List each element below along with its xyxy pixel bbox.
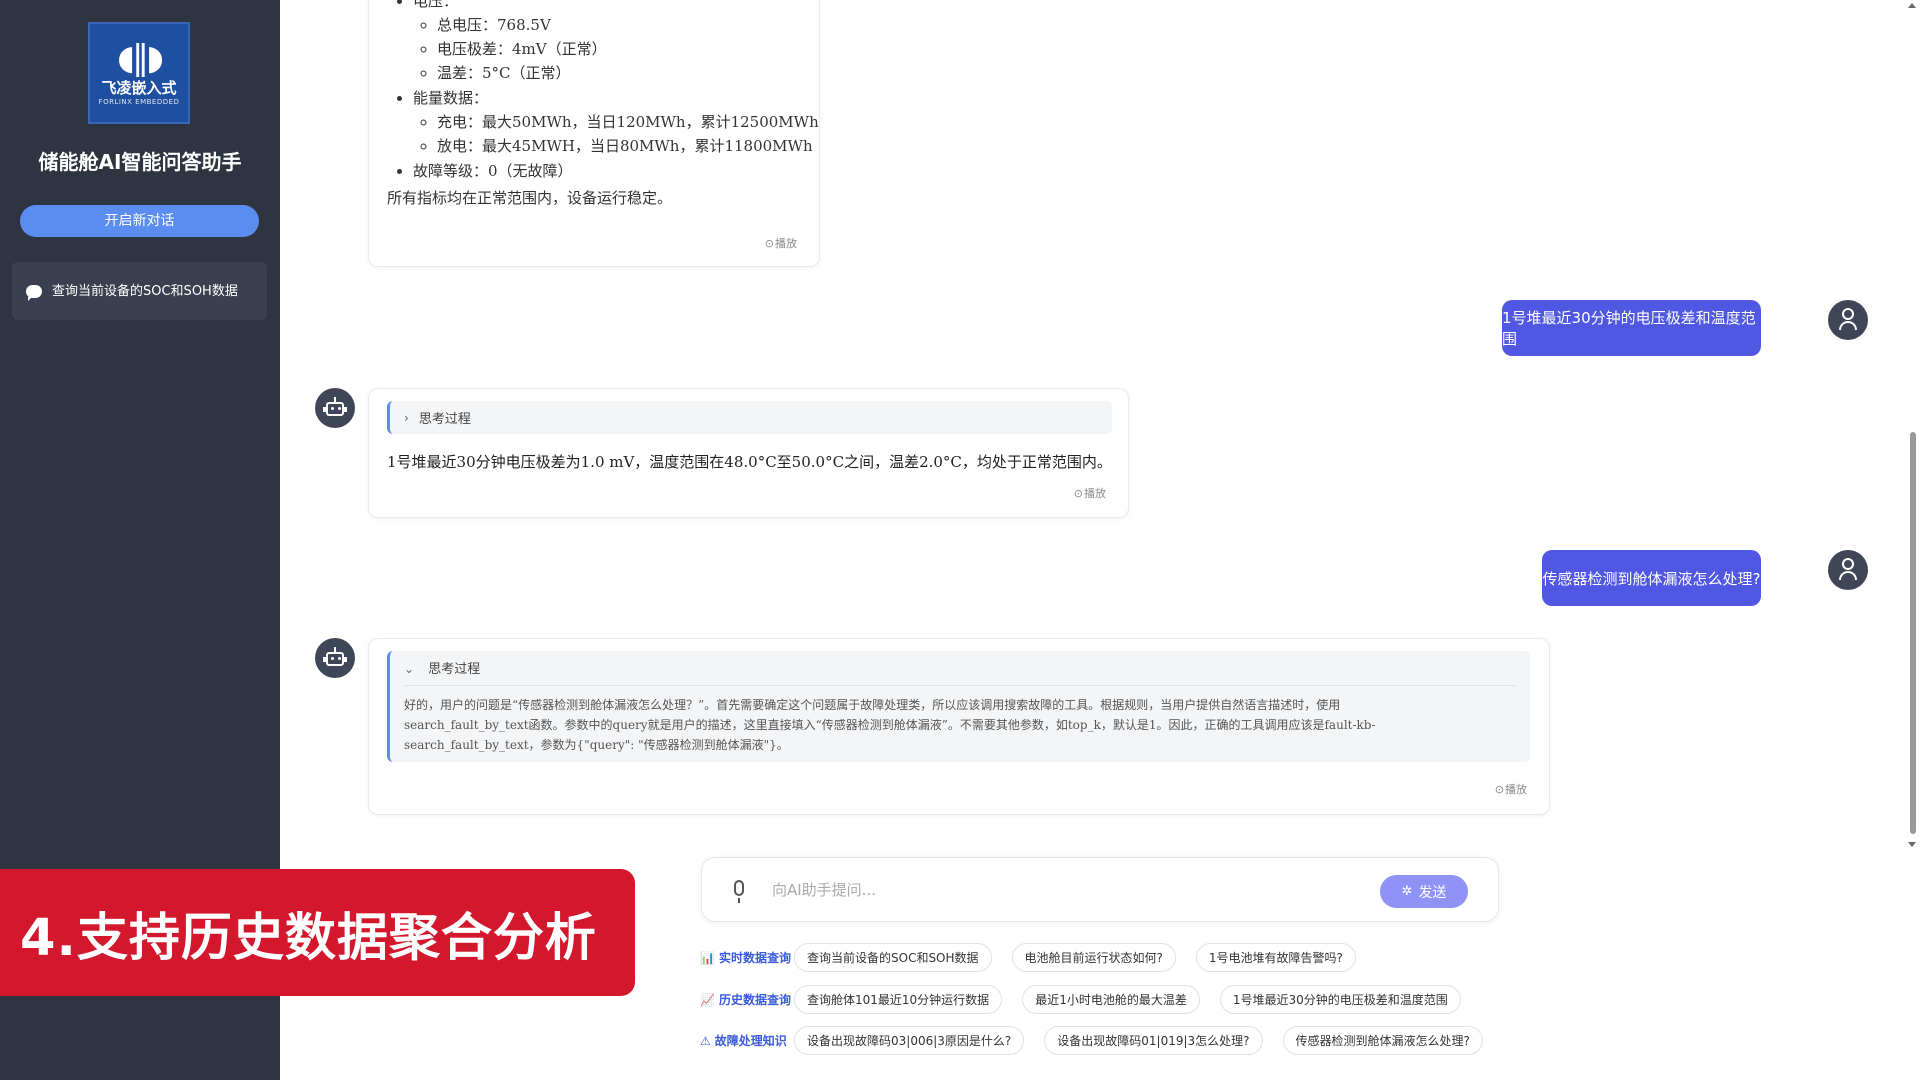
divider [404,685,1516,686]
quick-question-chip[interactable]: 设备出现故障码01|019|3怎么处理? [1044,1026,1263,1055]
quick-question-chip[interactable]: 设备出现故障码03|006|3原因是什么? [794,1026,1025,1055]
forlinx-logo: ◖‖◗ 飞凌嵌入式 FORLINX EMBEDDED [88,22,190,124]
thinking-text: 好的，用户的问题是“传感器检测到舱体漏液怎么处理？”。首先需要确定这个问题属于故… [404,698,1376,752]
status-list: 电压： 总电压：768.5V 电压极差：4mV（正常） 温差：5°C（正常） 能… [369,0,819,183]
scroll-up-arrow-icon[interactable] [1908,3,1916,8]
scroll-down-arrow-icon[interactable] [1908,842,1916,847]
app-title: 储能舱AI智能问答助手 [38,150,242,174]
quick-question-chip[interactable]: 1号电池堆有故障告警吗? [1195,943,1356,972]
logo-subtitle: FORLINX EMBEDDED [98,97,180,106]
conclusion-text: 所有指标均在正常范围内，设备运行稳定。 [387,189,673,207]
voltage-item: 总电压：768.5V [437,13,819,37]
bot-avatar [315,638,355,678]
user-icon [1842,308,1854,320]
robot-icon [326,402,344,416]
user-icon [1842,558,1854,570]
logo-brand: 飞凌嵌入式 [101,78,177,97]
robot-icon [326,652,344,666]
quick-row-history: 📈 历史数据查询 查询舱体101最近10分钟运行数据 最近1小时电池舱的最大温差 … [700,985,1481,1014]
new-chat-button[interactable]: 开启新对话 [20,205,259,237]
feature-caption-banner: 4.支持历史数据聚合分析 [0,869,635,996]
energy-item: 充电：最大50MWh，当日120MWh，累计12500MWh [437,110,819,134]
line-chart-icon: 📈 [700,992,715,1007]
send-button[interactable]: ✲ 发送 [1380,875,1468,908]
history-item-label: 查询当前设备的SOC和SOH数据 [52,283,238,299]
thinking-label: 思考过程 [428,662,481,677]
user-avatar [1828,550,1868,590]
answer-text: 1号堆最近30分钟电压极差为1.0 mV，温度范围在48.0°C至50.0°C之… [387,453,1112,471]
play-button[interactable]: 播放 [765,235,797,251]
assistant-message: ⌄ 思考过程 好的，用户的问题是“传感器检测到舱体漏液怎么处理？”。首先需要确定… [368,638,1550,815]
bar-chart-icon: 📊 [700,950,715,965]
logo-mark-icon: ◖‖◗ [117,37,164,78]
sparkle-icon: ✲ [1401,884,1413,899]
thinking-toggle[interactable]: › 思考过程 [387,401,1112,434]
voltage-item: 电压极差：4mV（正常） [437,37,819,61]
quick-category-label: ⚠ 故障处理知识 [700,1033,787,1049]
quick-question-chip[interactable]: 查询舱体101最近10分钟运行数据 [794,985,1003,1014]
question-input[interactable] [772,872,1372,908]
quick-question-chip[interactable]: 1号堆最近30分钟的电压极差和温度范围 [1219,985,1461,1014]
assistant-message: 电压： 总电压：768.5V 电压极差：4mV（正常） 温差：5°C（正常） 能… [368,0,820,267]
chevron-down-icon: ⌄ [404,662,415,676]
play-button[interactable]: 播放 [1074,485,1106,501]
energy-item: 放电：最大45MWH，当日80MWh，累计11800MWh [437,134,819,158]
user-message: 1号堆最近30分钟的电压极差和温度范围 [1502,300,1761,356]
fault-level: 故障等级：0（无故障） [413,159,819,183]
thinking-label: 思考过程 [418,412,471,427]
energy-heading: 能量数据： [413,89,489,107]
thinking-toggle[interactable]: ⌄ 思考过程 [404,658,480,677]
chat-input-box: ✲ 发送 [701,857,1499,922]
chat-bubble-icon [26,284,42,301]
microphone-icon[interactable] [734,880,744,903]
history-item[interactable]: 查询当前设备的SOC和SOH数据 [12,262,267,320]
bot-avatar [315,388,355,428]
quick-category-label: 📊 实时数据查询 [700,950,791,966]
quick-question-chip[interactable]: 查询当前设备的SOC和SOH数据 [794,943,992,972]
warning-icon: ⚠ [700,1033,711,1048]
chevron-right-icon: › [404,410,409,425]
user-avatar [1828,300,1868,340]
quick-row-fault: ⚠ 故障处理知识 设备出现故障码03|006|3原因是什么? 设备出现故障码01|… [700,1026,1503,1055]
thinking-panel: ⌄ 思考过程 好的，用户的问题是“传感器检测到舱体漏液怎么处理？”。首先需要确定… [387,651,1530,762]
feature-caption-text: 4.支持历史数据聚合分析 [20,908,597,968]
quick-question-chip[interactable]: 电池舱目前运行状态如何? [1011,943,1176,972]
quick-question-chip[interactable]: 传感器检测到舱体漏液怎么处理? [1282,1026,1483,1055]
play-button[interactable]: 播放 [1495,781,1527,797]
send-label: 发送 [1418,884,1447,901]
assistant-message: › 思考过程 1号堆最近30分钟电压极差为1.0 mV，温度范围在48.0°C至… [368,388,1129,518]
voltage-item: 温差：5°C（正常） [437,61,819,85]
quick-row-realtime: 📊 实时数据查询 查询当前设备的SOC和SOH数据 电池舱目前运行状态如何? 1号… [700,943,1376,972]
voltage-heading: 电压： [413,0,459,10]
user-message: 传感器检测到舱体漏液怎么处理? [1542,550,1761,606]
vertical-scrollbar[interactable] [1906,0,1920,1080]
scroll-thumb[interactable] [1910,432,1916,834]
quick-question-chip[interactable]: 最近1小时电池舱的最大温差 [1022,985,1200,1014]
quick-category-label: 📈 历史数据查询 [700,992,791,1008]
